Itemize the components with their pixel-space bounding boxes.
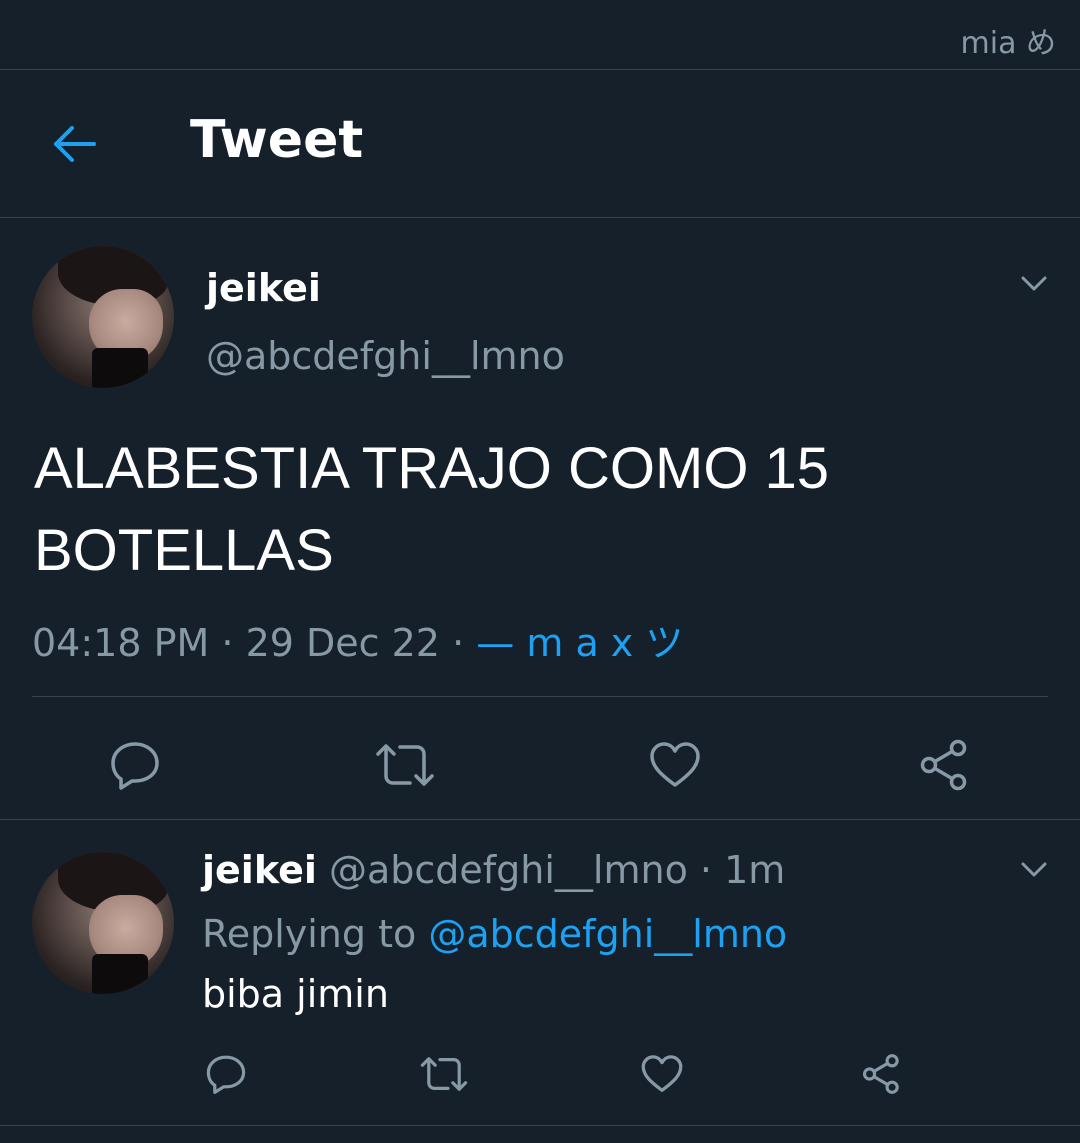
avatar[interactable] bbox=[32, 852, 174, 994]
arrow-left-icon bbox=[54, 126, 96, 162]
main-tweet: jeikei @abcdefghi__lmno ALABESTIA TRAJO … bbox=[0, 218, 1080, 820]
chevron-down-icon bbox=[1021, 276, 1047, 291]
tweet-time: 04:18 PM bbox=[32, 621, 210, 665]
share-button[interactable] bbox=[910, 730, 980, 800]
tweet-menu-button[interactable] bbox=[1016, 852, 1052, 888]
share-icon bbox=[920, 739, 967, 791]
tweet-actions bbox=[0, 726, 1080, 806]
author-handle[interactable]: @abcdefghi__lmno bbox=[329, 848, 688, 892]
reply-tweet[interactable]: jeikei @abcdefghi__lmno · 1m Replying to… bbox=[0, 820, 1080, 1126]
chevron-down-icon bbox=[1021, 862, 1047, 877]
page-title: Tweet bbox=[190, 110, 364, 170]
reply-icon bbox=[111, 742, 159, 790]
author-name[interactable]: jeikei bbox=[202, 848, 317, 892]
share-button[interactable] bbox=[854, 1046, 910, 1102]
like-icon bbox=[641, 1055, 683, 1092]
header: Tweet bbox=[0, 70, 1080, 218]
meta-separator: · bbox=[699, 848, 713, 892]
tweet-source-link[interactable]: — m a x ツ bbox=[476, 621, 683, 665]
reply-text: biba jimin bbox=[202, 972, 389, 1016]
reply-header: jeikei @abcdefghi__lmno · 1m bbox=[202, 848, 785, 892]
replying-prefix: Replying to bbox=[202, 912, 417, 956]
tweet-menu-button[interactable] bbox=[1016, 266, 1052, 302]
divider bbox=[32, 696, 1048, 697]
tweet-actions bbox=[0, 1042, 1080, 1106]
retweet-button[interactable] bbox=[370, 730, 440, 800]
share-icon bbox=[862, 1054, 899, 1094]
status-bar: mia め bbox=[0, 0, 1080, 70]
author-name[interactable]: jeikei bbox=[206, 266, 321, 310]
meta-separator: · bbox=[452, 621, 465, 665]
reply-button[interactable] bbox=[100, 730, 170, 800]
reply-button[interactable] bbox=[198, 1046, 254, 1102]
retweet-button[interactable] bbox=[416, 1046, 472, 1102]
tweet-text: ALABESTIA TRAJO COMO 15 BOTELLAS bbox=[34, 436, 830, 583]
like-icon bbox=[650, 742, 700, 787]
meta-separator: · bbox=[221, 621, 234, 665]
avatar[interactable] bbox=[32, 246, 174, 388]
like-button[interactable] bbox=[634, 1046, 690, 1102]
reply-icon bbox=[206, 1055, 246, 1094]
retweet-icon bbox=[420, 1057, 468, 1091]
mention-link[interactable]: @abcdefghi__lmno bbox=[428, 912, 787, 956]
status-text: mia め bbox=[960, 26, 1056, 61]
like-button[interactable] bbox=[640, 730, 710, 800]
tweet-time-ago: 1m bbox=[724, 848, 786, 892]
author-handle[interactable]: @abcdefghi__lmno bbox=[206, 334, 565, 378]
tweet-meta: 04:18 PM · 29 Dec 22 · — m a x ツ bbox=[32, 612, 683, 667]
retweet-icon bbox=[376, 744, 434, 786]
back-button[interactable] bbox=[44, 114, 104, 174]
tweet-date: 29 Dec 22 bbox=[245, 621, 440, 665]
replying-to: Replying to @abcdefghi__lmno bbox=[202, 912, 787, 956]
